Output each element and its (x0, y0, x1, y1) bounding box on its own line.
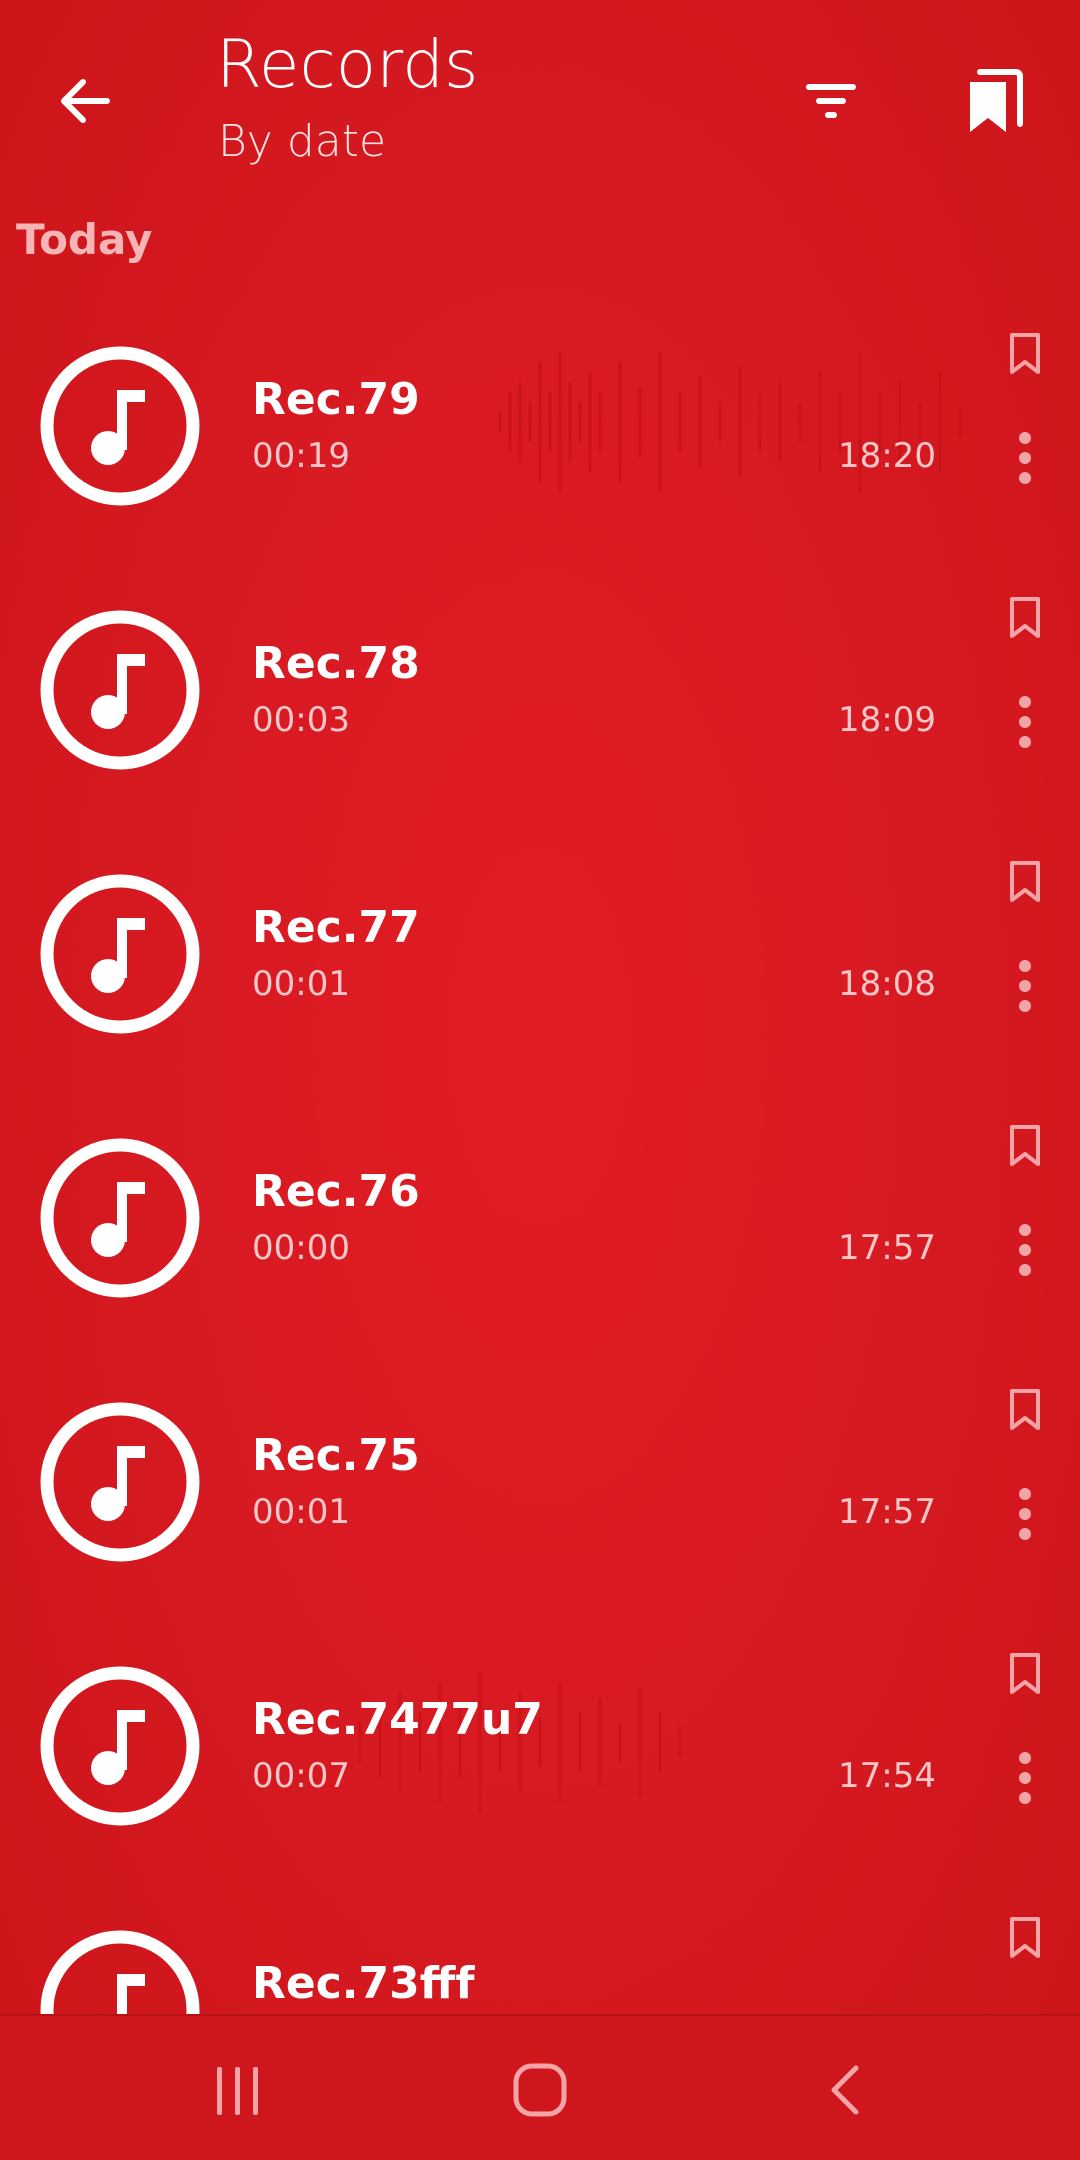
bookmark-button[interactable] (996, 1114, 1054, 1178)
recent-apps-button[interactable] (198, 2054, 278, 2128)
more-vert-icon (1019, 1488, 1031, 1540)
record-row[interactable]: Rec.77 00:01 18:08 (0, 820, 1080, 1084)
record-name: Rec.78 (252, 638, 420, 689)
music-note-icon[interactable] (38, 872, 202, 1036)
more-vert-icon (1019, 960, 1031, 1012)
nav-back-button[interactable] (804, 2050, 884, 2130)
record-duration: 00:19 (252, 436, 350, 476)
back-button[interactable] (40, 56, 130, 146)
more-vert-icon (1019, 1224, 1031, 1276)
record-name: Rec.75 (252, 1430, 420, 1481)
music-note-icon[interactable] (38, 344, 202, 508)
record-time: 18:09 (838, 700, 936, 740)
bookmark-outline-icon (1010, 333, 1040, 374)
record-row[interactable]: Rec.76 00:00 17:57 (0, 1084, 1080, 1348)
more-vert-icon (1019, 1752, 1031, 1804)
record-duration: 00:01 (252, 1492, 350, 1532)
system-navigation-bar (0, 2014, 1080, 2160)
nav-back-icon (831, 2065, 859, 2115)
record-time: 17:57 (838, 1492, 936, 1532)
record-row[interactable]: Rec.75 00:01 17:57 (0, 1348, 1080, 1612)
record-row[interactable]: Rec.79 00:19 18:20 (0, 292, 1080, 556)
record-time: 17:54 (838, 1756, 936, 1796)
record-name: Rec.7477u7 (252, 1694, 543, 1745)
page-title: Records (216, 26, 479, 103)
bookmark-button[interactable] (996, 1906, 1054, 1970)
music-note-icon[interactable] (38, 608, 202, 772)
record-name: Rec.79 (252, 374, 420, 425)
record-row[interactable]: Rec.73fff (0, 1876, 1080, 2014)
section-header-today: Today (16, 215, 153, 264)
bookmarks-button[interactable] (952, 58, 1038, 144)
record-duration: 00:00 (252, 1228, 350, 1268)
record-duration: 00:03 (252, 700, 350, 740)
bookmark-outline-icon (1010, 1125, 1040, 1166)
bookmark-button[interactable] (996, 1378, 1054, 1442)
more-vert-icon (1019, 696, 1031, 748)
more-options-button[interactable] (996, 946, 1054, 1026)
bookmark-outline-icon (1010, 1389, 1040, 1430)
home-icon (513, 2063, 567, 2117)
bookmark-outline-icon (1010, 861, 1040, 902)
more-options-button[interactable] (996, 1210, 1054, 1290)
music-note-icon[interactable] (38, 1928, 202, 2014)
bookmark-outline-icon (1010, 597, 1040, 638)
more-options-button[interactable] (996, 682, 1054, 762)
arrow-back-icon (61, 79, 110, 123)
more-options-button[interactable] (996, 1738, 1054, 1818)
record-time: 18:20 (838, 436, 936, 476)
music-note-icon[interactable] (38, 1664, 202, 1828)
record-name: Rec.76 (252, 1166, 420, 1217)
bookmark-button[interactable] (996, 850, 1054, 914)
record-name: Rec.73fff (252, 1958, 475, 2009)
recent-apps-icon (217, 2067, 258, 2115)
home-button[interactable] (496, 2050, 584, 2130)
record-time: 17:57 (838, 1228, 936, 1268)
more-vert-icon (1019, 432, 1031, 484)
more-options-button[interactable] (996, 418, 1054, 498)
bookmark-button[interactable] (996, 586, 1054, 650)
bookmark-button[interactable] (996, 322, 1054, 386)
bookmark-outline-icon (1010, 1917, 1040, 1958)
app-bar: Records By date (0, 0, 1080, 200)
record-row[interactable]: Rec.78 00:03 18:09 (0, 556, 1080, 820)
music-note-icon[interactable] (38, 1136, 202, 1300)
record-duration: 00:07 (252, 1756, 350, 1796)
filter-icon (806, 84, 856, 118)
music-note-icon[interactable] (38, 1400, 202, 1564)
record-duration: 00:01 (252, 964, 350, 1004)
records-list: Rec.79 00:19 18:20 Rec.78 00:03 18:09 Re… (0, 0, 1080, 2014)
record-name: Rec.77 (252, 902, 420, 953)
sort-subtitle: By date (218, 116, 387, 167)
bookmark-outline-icon (1010, 1653, 1040, 1694)
record-row[interactable]: Rec.7477u7 00:07 17:54 (0, 1612, 1080, 1876)
bookmarks-icon (970, 69, 1023, 132)
filter-button[interactable] (788, 58, 874, 144)
bookmark-button[interactable] (996, 1642, 1054, 1706)
record-time: 18:08 (838, 964, 936, 1004)
more-options-button[interactable] (996, 1474, 1054, 1554)
